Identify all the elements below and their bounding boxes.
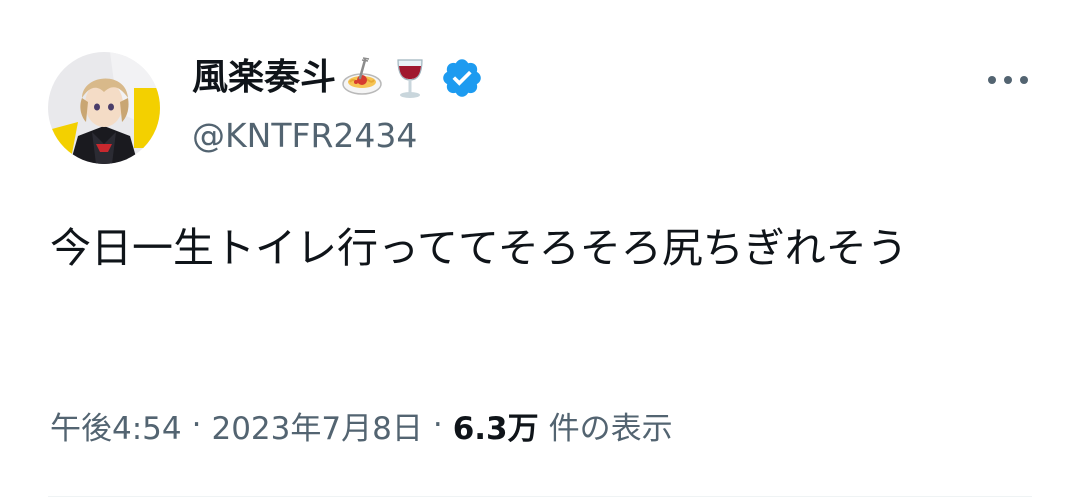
name-row: 風楽奏斗 <box>192 54 484 102</box>
tweet-meta: 午後4:54 · 2023年7月8日 · 6.3万 件の表示 <box>50 400 673 450</box>
tweet-date[interactable]: 2023年7月8日 <box>211 403 422 448</box>
avatar-image <box>48 52 160 164</box>
verified-badge-icon[interactable] <box>440 56 484 100</box>
views-count: 6.3万 <box>452 410 539 447</box>
divider <box>48 496 1032 497</box>
tweet-time[interactable]: 午後4:54 <box>50 403 182 448</box>
spaghetti-emoji-icon <box>340 56 384 100</box>
views-label: 件の表示 <box>548 410 673 447</box>
user-handle[interactable]: @KNTFR2434 <box>192 112 417 160</box>
display-name[interactable]: 風楽奏斗 <box>192 54 336 102</box>
separator: · <box>191 407 202 443</box>
tweet: 風楽奏斗 @KNTFR2434 今日一生トイレ行っててそろそろ尻ちぎれそう 午後… <box>0 0 1080 504</box>
separator: · <box>432 407 443 443</box>
avatar[interactable] <box>48 52 160 164</box>
more-options-button[interactable] <box>980 60 1036 100</box>
wine-glass-emoji-icon <box>388 56 432 100</box>
more-horizontal-icon <box>988 76 1028 84</box>
tweet-text: 今日一生トイレ行っててそろそろ尻ちぎれそう <box>50 224 908 272</box>
